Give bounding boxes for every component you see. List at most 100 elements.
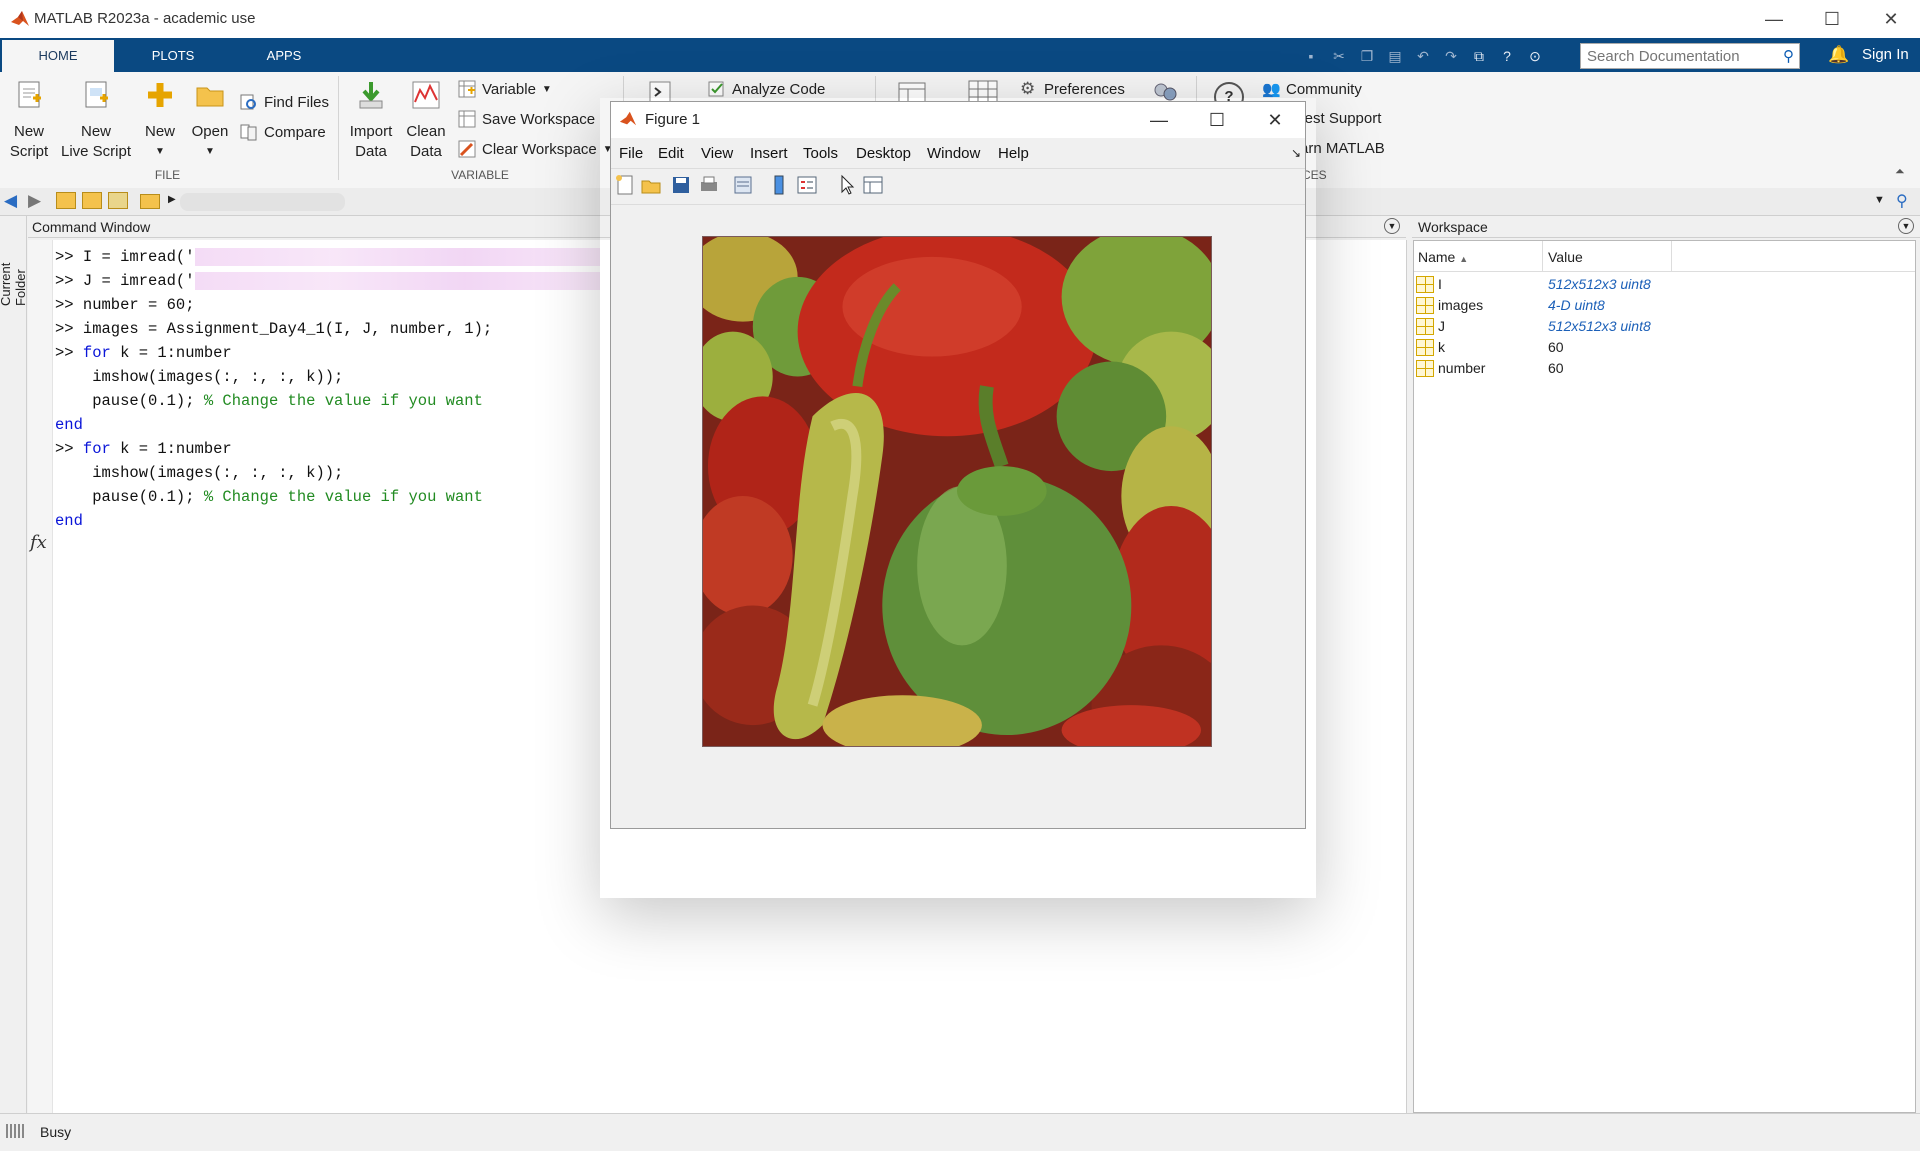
code-line: >> for k = 1:number [55,440,232,458]
menu-edit[interactable]: Edit [658,145,684,162]
figure-minimize-icon[interactable]: — [1130,102,1188,138]
close-icon[interactable]: ✕ [1862,0,1920,38]
browse-folder-icon[interactable] [82,192,102,209]
variable-icon [458,80,476,98]
options-icon[interactable]: ⊙ [1524,45,1546,67]
clear-workspace-label: Clear Workspace [482,140,597,158]
cut-icon[interactable]: ✂ [1328,45,1350,67]
property-inspector-icon[interactable] [862,174,884,196]
column-divider[interactable] [1542,241,1543,271]
sign-in-link[interactable]: Sign In [1862,46,1909,63]
title-bar [0,0,1920,38]
community-button[interactable]: 👥 Community [1262,80,1362,99]
compare-button[interactable]: Compare [240,123,326,141]
analyze-code-icon [708,81,724,97]
workspace-row[interactable]: J 512x512x3 uint8 [1416,316,1917,337]
window-title: MATLAB R2023a - academic use [34,10,256,27]
dock-figure-icon[interactable]: ↘ [1291,146,1301,160]
open-file-icon[interactable] [640,174,662,196]
figure-maximize-icon[interactable]: ☐ [1188,102,1246,138]
command-window-options-icon[interactable]: ▼ [1384,218,1400,234]
search-input[interactable] [1585,44,1769,68]
new-button[interactable]: New ▼ [140,80,180,162]
copy-icon[interactable]: ❐ [1356,45,1378,67]
search-documentation-box[interactable]: ⚲ [1580,43,1800,69]
switch-windows-icon[interactable]: ⧉ [1468,45,1490,67]
code-line: imshow(images(:, :, :, k)); [55,368,344,386]
tab-home[interactable]: HOME [2,40,114,72]
workspace-row[interactable]: k 60 [1416,337,1917,358]
notification-bell-icon[interactable]: 🔔 [1828,45,1849,65]
menu-view[interactable]: View [701,145,733,162]
name-column-header[interactable]: Name ▲ [1418,249,1468,265]
matrix-variable-icon [1416,276,1434,293]
code-comment: % Change the value if you want [203,488,483,506]
insert-colorbar-icon[interactable] [768,174,790,196]
workspace-row[interactable]: I 512x512x3 uint8 [1416,274,1917,295]
search-folder-icon[interactable]: ⚲ [1896,191,1908,211]
current-folder-tab[interactable]: Current Folder [0,224,28,306]
save-workspace-button[interactable]: Save Workspace [458,110,595,128]
minimize-icon[interactable]: — [1745,0,1803,38]
save-icon[interactable]: ▪ [1300,45,1322,67]
clean-data-button[interactable]: Clean Data [402,80,450,162]
undo-icon[interactable]: ↶ [1412,45,1434,67]
help-icon[interactable]: ? [1496,45,1518,67]
menu-window[interactable]: Window [927,145,980,162]
path-separator-icon[interactable]: ▶ [168,194,176,205]
menu-insert[interactable]: Insert [750,145,788,162]
new-script-icon [18,81,41,108]
menu-tools[interactable]: Tools [803,145,838,162]
print-icon[interactable] [698,174,720,196]
new-script-button[interactable]: New Script [6,80,52,162]
menu-help[interactable]: Help [998,145,1029,162]
figure-close-icon[interactable]: ✕ [1246,102,1304,138]
open-button[interactable]: Open ▼ [188,80,232,162]
value-column-header[interactable]: Value [1548,249,1583,265]
edit-plot-cursor-icon[interactable] [836,174,858,196]
back-arrow-icon[interactable]: ◀ [4,191,17,211]
search-icon[interactable]: ⚲ [1783,47,1794,65]
collapse-ribbon-icon[interactable]: ⏶ [1895,164,1905,179]
save-figure-icon[interactable] [670,174,692,196]
menu-file[interactable]: File [619,145,643,162]
workspace-header: Workspace [1412,216,1920,238]
workspace-options-icon[interactable]: ▼ [1898,218,1914,234]
variable-button[interactable]: Variable ▼ [458,80,552,98]
search-folder-icon[interactable] [108,192,128,209]
workspace-row[interactable]: number 60 [1416,358,1917,379]
forward-arrow-icon[interactable]: ▶ [28,191,41,211]
tab-plots[interactable]: PLOTS [114,40,232,72]
workspace-row[interactable]: images 4-D uint8 [1416,295,1917,316]
find-files-button[interactable]: Find Files [240,93,329,111]
import-data-button[interactable]: Import Data [346,80,396,162]
displayed-image[interactable] [702,236,1212,747]
current-folder-path[interactable] [180,193,345,211]
new-live-script-button[interactable]: New Live Script [58,80,134,162]
maximize-icon[interactable]: ☐ [1803,0,1861,38]
function-browser-icon[interactable]: fx [30,532,47,553]
new-figure-icon[interactable] [614,174,636,196]
up-folder-icon[interactable] [56,192,76,209]
path-dropdown-icon[interactable]: ▼ [1874,194,1885,206]
new-dropdown-icon[interactable]: ▼ [140,142,180,162]
code-line: pause(0.1); % Change the value if you wa… [55,392,483,410]
command-window-gutter [28,240,53,1113]
new-live-script-label: New Live Script [60,123,132,160]
folder-icon [196,87,224,107]
code-comment: % Change the value if you want [203,392,483,410]
redo-icon[interactable]: ↷ [1440,45,1462,67]
analyze-code-button[interactable]: Analyze Code [708,80,825,98]
clear-workspace-button[interactable]: Clear Workspace ▼ [458,140,613,158]
insert-legend-icon[interactable] [796,174,818,196]
link-plot-icon[interactable] [732,174,754,196]
current-folder-rail[interactable] [0,216,27,1113]
menu-desktop[interactable]: Desktop [856,145,911,162]
group-separator [338,76,339,180]
variable-dropdown-icon[interactable]: ▼ [542,84,552,95]
preferences-button[interactable]: ⚙ Preferences [1020,80,1125,98]
open-dropdown-icon[interactable]: ▼ [188,142,232,162]
column-divider[interactable] [1671,241,1672,271]
paste-icon[interactable]: ▤ [1384,45,1406,67]
tab-apps[interactable]: APPS [232,40,336,72]
